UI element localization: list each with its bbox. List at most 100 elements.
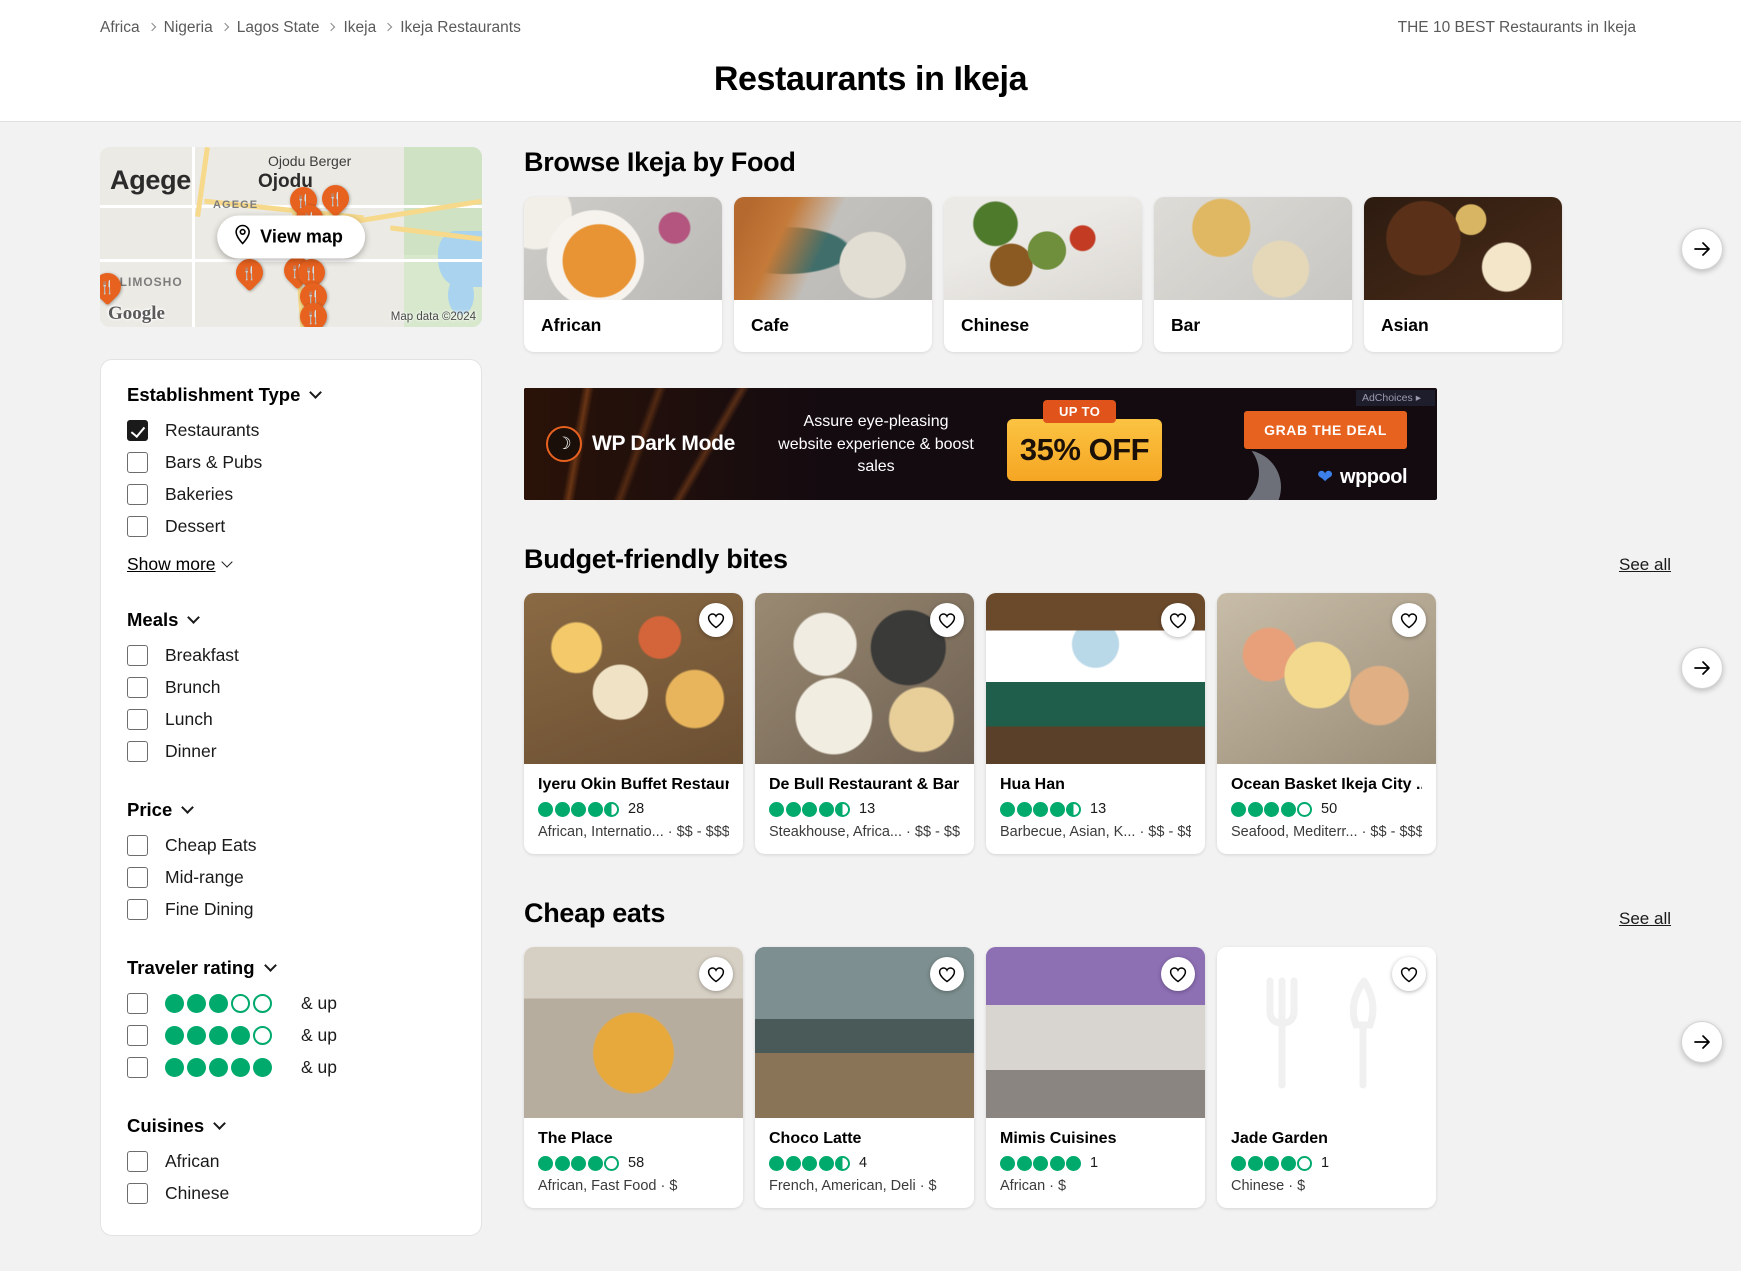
checkbox[interactable] xyxy=(127,645,148,666)
restaurant-card[interactable]: Jade Garden 1 Chinese · $ xyxy=(1217,947,1436,1208)
category-card-asian[interactable]: Asian xyxy=(1364,197,1562,352)
restaurant-card[interactable]: Hua Han 13 Barbecue, Asian, K... · $$ - $$… xyxy=(986,593,1205,854)
view-map-button[interactable]: View map xyxy=(217,215,365,259)
bar-beer-photo xyxy=(1154,197,1352,300)
save-heart-button[interactable] xyxy=(930,957,964,991)
restaurant-card[interactable]: Mimis Cuisines 1 African · $ xyxy=(986,947,1205,1208)
filter-option-breakfast[interactable]: Breakfast xyxy=(127,645,455,666)
show-more-button[interactable]: Show more xyxy=(127,554,233,575)
restaurant-carousel: The Place 58 African, Fast Food · $ Choco L… xyxy=(524,947,1723,1208)
checkbox[interactable] xyxy=(127,1151,148,1172)
save-heart-button[interactable] xyxy=(1161,957,1195,991)
breadcrumb-item-africa[interactable]: Africa xyxy=(100,19,140,37)
rating-dot xyxy=(571,1155,586,1171)
category-next-arrow-button[interactable] xyxy=(1681,228,1723,270)
restaurant-interior-photo xyxy=(986,593,1205,764)
rating-dot xyxy=(769,801,784,817)
checkbox[interactable] xyxy=(127,709,148,730)
checkbox[interactable] xyxy=(127,1025,148,1046)
filter-option-dessert[interactable]: Dessert xyxy=(127,516,455,537)
adchoices-badge[interactable]: AdChoices ▸ xyxy=(1355,390,1435,406)
checkbox[interactable] xyxy=(127,1057,148,1078)
filter-option-cheap-eats[interactable]: Cheap Eats xyxy=(127,835,455,856)
save-heart-button[interactable] xyxy=(699,957,733,991)
see-all-link[interactable]: See all xyxy=(1619,909,1671,929)
section-budget-friendly-bites: Budget-friendly bites See all Iyeru Okin B… xyxy=(524,544,1723,854)
filter-title-meals[interactable]: Meals xyxy=(127,609,455,631)
category-card-bar[interactable]: Bar xyxy=(1154,197,1352,352)
filter-option-fine-dining[interactable]: Fine Dining xyxy=(127,899,455,920)
filter-option-label: Fine Dining xyxy=(165,899,254,919)
see-all-link[interactable]: See all xyxy=(1619,555,1671,575)
checkbox[interactable] xyxy=(127,993,148,1014)
filter-option-brunch[interactable]: Brunch xyxy=(127,677,455,698)
restaurant-next-arrow-button[interactable] xyxy=(1681,647,1723,689)
rating-dot xyxy=(1247,801,1263,817)
filter-option-lunch[interactable]: Lunch xyxy=(127,709,455,730)
checkbox[interactable] xyxy=(127,516,148,537)
category-card-african[interactable]: African xyxy=(524,197,722,352)
filter-rating-3-and-up[interactable]: & up xyxy=(127,993,455,1014)
restaurant-card-body: Hua Han 13 Barbecue, Asian, K... · $$ - $$… xyxy=(986,764,1205,854)
ad-cta-button[interactable]: GRAB THE DEAL xyxy=(1244,411,1407,449)
restaurant-meta: French, American, Deli · $ xyxy=(769,1178,937,1194)
checkbox[interactable] xyxy=(127,867,148,888)
breadcrumb-item-ikeja[interactable]: Ikeja xyxy=(343,19,376,37)
restaurant-card[interactable]: Iyeru Okin Buffet Restaur... 28 African, I… xyxy=(524,593,743,854)
filter-rating-5-and-up[interactable]: & up xyxy=(127,1057,455,1078)
rating-dot xyxy=(1033,801,1048,817)
breadcrumb-item-nigeria[interactable]: Nigeria xyxy=(164,19,213,37)
filter-rating-4-and-up[interactable]: & up xyxy=(127,1025,455,1046)
restaurant-name: Mimis Cuisines xyxy=(1000,1130,1117,1147)
filter-option-chinese[interactable]: Chinese xyxy=(127,1183,455,1204)
category-card-cafe[interactable]: Cafe xyxy=(734,197,932,352)
filter-option-bakeries[interactable]: Bakeries xyxy=(127,484,455,505)
chevron-down-icon xyxy=(309,385,323,399)
restaurant-card[interactable]: The Place 58 African, Fast Food · $ xyxy=(524,947,743,1208)
restaurant-card[interactable]: Ocean Basket Ikeja City ... 50 Seafood, Me… xyxy=(1217,593,1436,854)
checkbox[interactable] xyxy=(127,899,148,920)
restaurant-card-body: Ocean Basket Ikeja City ... 50 Seafood, Me… xyxy=(1217,764,1436,854)
review-count: 13 xyxy=(1090,801,1107,817)
filter-title-label: Meals xyxy=(127,609,179,630)
filter-option-restaurants[interactable]: Restaurants xyxy=(127,420,455,441)
advertisement[interactable]: ☽ WP Dark Mode Assure eye-pleasing websi… xyxy=(524,388,1681,500)
checkbox[interactable] xyxy=(127,677,148,698)
checkbox[interactable] xyxy=(127,420,148,441)
category-card-chinese[interactable]: Chinese xyxy=(944,197,1142,352)
filter-option-bars-pubs[interactable]: Bars & Pubs xyxy=(127,452,455,473)
restaurant-rating: 58 xyxy=(538,1155,729,1171)
breadcrumb-item-lagos-state[interactable]: Lagos State xyxy=(237,19,320,37)
save-heart-button[interactable] xyxy=(699,603,733,637)
review-count: 28 xyxy=(628,801,645,817)
filter-title-price[interactable]: Price xyxy=(127,799,455,821)
save-heart-button[interactable] xyxy=(1161,603,1195,637)
save-heart-button[interactable] xyxy=(1392,603,1426,637)
filter-title-cuisines[interactable]: Cuisines xyxy=(127,1115,455,1137)
restaurant-card[interactable]: Choco Latte 4 French, American, Deli · $ xyxy=(755,947,974,1208)
rating-dot xyxy=(604,801,619,817)
checkbox[interactable] xyxy=(127,741,148,762)
map-preview[interactable]: Agege AGEGE Ojodu Berger Ojodu ALIMOSHO … xyxy=(100,147,482,327)
filter-option-dinner[interactable]: Dinner xyxy=(127,741,455,762)
save-heart-button[interactable] xyxy=(930,603,964,637)
filter-title-traveler-rating[interactable]: Traveler rating xyxy=(127,957,455,979)
checkbox[interactable] xyxy=(127,1183,148,1204)
save-heart-button[interactable] xyxy=(1392,957,1426,991)
storefront-photo xyxy=(986,947,1205,1118)
filter-title-label: Traveler rating xyxy=(127,957,255,978)
filter-option-mid-range[interactable]: Mid-range xyxy=(127,867,455,888)
rating-dots xyxy=(538,1155,619,1171)
ad-banner[interactable]: ☽ WP Dark Mode Assure eye-pleasing websi… xyxy=(524,388,1437,500)
checkbox[interactable] xyxy=(127,484,148,505)
checkbox[interactable] xyxy=(127,452,148,473)
checkbox[interactable] xyxy=(127,835,148,856)
header-best-restaurants-link[interactable]: THE 10 BEST Restaurants in Ikeja xyxy=(1398,19,1636,37)
filter-title-establishment-type[interactable]: Establishment Type xyxy=(127,384,455,406)
rating-dot xyxy=(1016,1155,1032,1171)
filter-option-african[interactable]: African xyxy=(127,1151,455,1172)
restaurant-card[interactable]: De Bull Restaurant & Bar 13 Steakhouse, Af… xyxy=(755,593,974,854)
restaurant-next-arrow-button[interactable] xyxy=(1681,1021,1723,1063)
utensils-icon xyxy=(1266,977,1376,1088)
